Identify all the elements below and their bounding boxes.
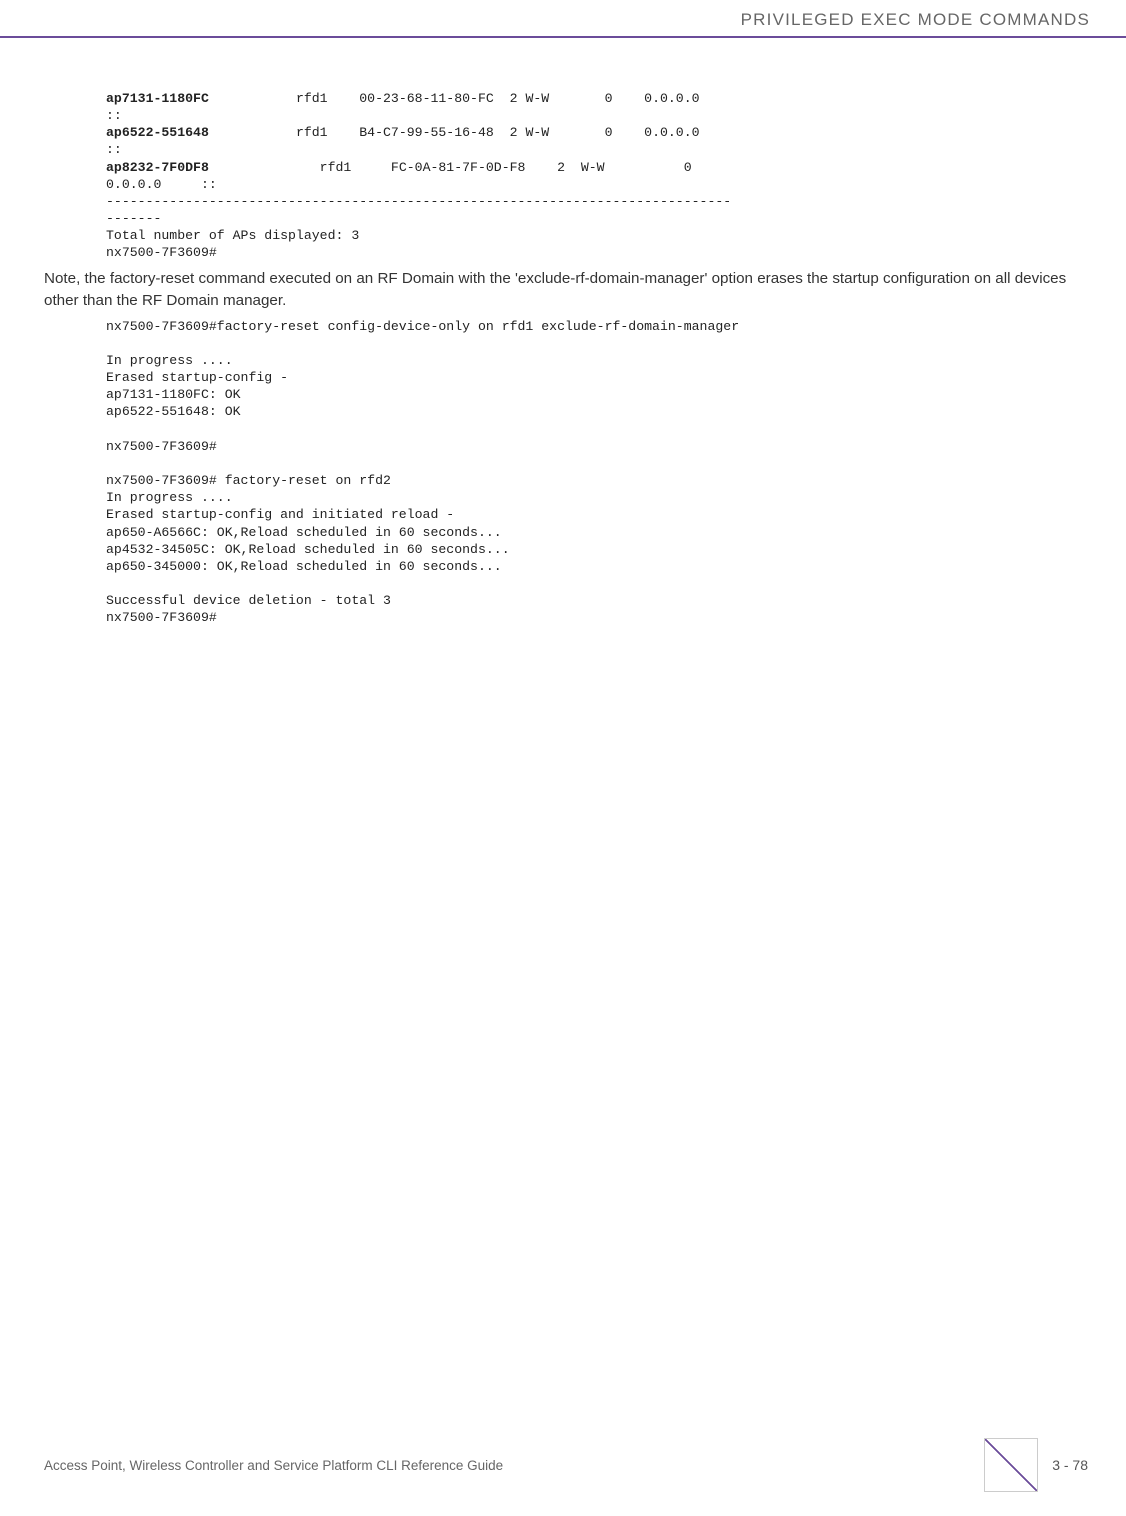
page-footer: Access Point, Wireless Controller and Se… xyxy=(0,1438,1126,1492)
header-title: PRIVILEGED EXEC MODE COMMANDS xyxy=(741,10,1090,29)
footer-right-group: 3 - 78 xyxy=(984,1438,1088,1492)
terminal-line: ap7131-1180FC: OK xyxy=(106,387,241,402)
terminal-line: In progress .... xyxy=(106,353,233,368)
device-name: ap6522-551648 xyxy=(106,125,209,140)
terminal-line: Erased startup-config and initiated relo… xyxy=(106,507,454,522)
terminal-line: ap4532-34505C: OK,Reload scheduled in 60… xyxy=(106,542,510,557)
terminal-line: nx7500-7F3609#factory-reset config-devic… xyxy=(106,319,739,334)
terminal-line: nx7500-7F3609# xyxy=(106,439,217,454)
terminal-line: Successful device deletion - total 3 xyxy=(106,593,391,608)
page-content: ap7131-1180FC rfd1 00-23-68-11-80-FC 2 W… xyxy=(0,38,1126,626)
terminal-line: In progress .... xyxy=(106,490,233,505)
body-paragraph: Note, the factory-reset command executed… xyxy=(44,268,1086,312)
terminal-line: ap6522-551648: OK xyxy=(106,404,241,419)
device-name: ap7131-1180FC xyxy=(106,91,209,106)
terminal-line: rfd1 00-23-68-11-80-FC 2 W-W 0 0.0.0.0 xyxy=(209,91,700,106)
terminal-block-2: nx7500-7F3609#factory-reset config-devic… xyxy=(106,318,1086,627)
terminal-line: rfd1 FC-0A-81-7F-0D-F8 2 W-W 0 xyxy=(209,160,692,175)
terminal-line: rfd1 B4-C7-99-55-16-48 2 W-W 0 0.0.0.0 xyxy=(209,125,700,140)
footer-title: Access Point, Wireless Controller and Se… xyxy=(44,1458,503,1473)
terminal-line: nx7500-7F3609# factory-reset on rfd2 xyxy=(106,473,391,488)
terminal-line: ap650-345000: OK,Reload scheduled in 60 … xyxy=(106,559,502,574)
terminal-line: :: xyxy=(106,108,122,123)
device-name: ap8232-7F0DF8 xyxy=(106,160,209,175)
terminal-line: ------- xyxy=(106,211,161,226)
terminal-line: ----------------------------------------… xyxy=(106,194,731,209)
terminal-line: Total number of APs displayed: 3 xyxy=(106,228,359,243)
terminal-line: :: xyxy=(106,142,122,157)
page-number: 3 - 78 xyxy=(1052,1457,1088,1473)
page-header: PRIVILEGED EXEC MODE COMMANDS xyxy=(0,0,1126,38)
terminal-line: ap650-A6566C: OK,Reload scheduled in 60 … xyxy=(106,525,502,540)
terminal-line: 0.0.0.0 :: xyxy=(106,177,217,192)
slash-icon xyxy=(984,1438,1038,1492)
terminal-line: nx7500-7F3609# xyxy=(106,245,217,260)
terminal-line: nx7500-7F3609# xyxy=(106,610,217,625)
terminal-block-1: ap7131-1180FC rfd1 00-23-68-11-80-FC 2 W… xyxy=(106,90,1086,262)
terminal-line: Erased startup-config - xyxy=(106,370,288,385)
